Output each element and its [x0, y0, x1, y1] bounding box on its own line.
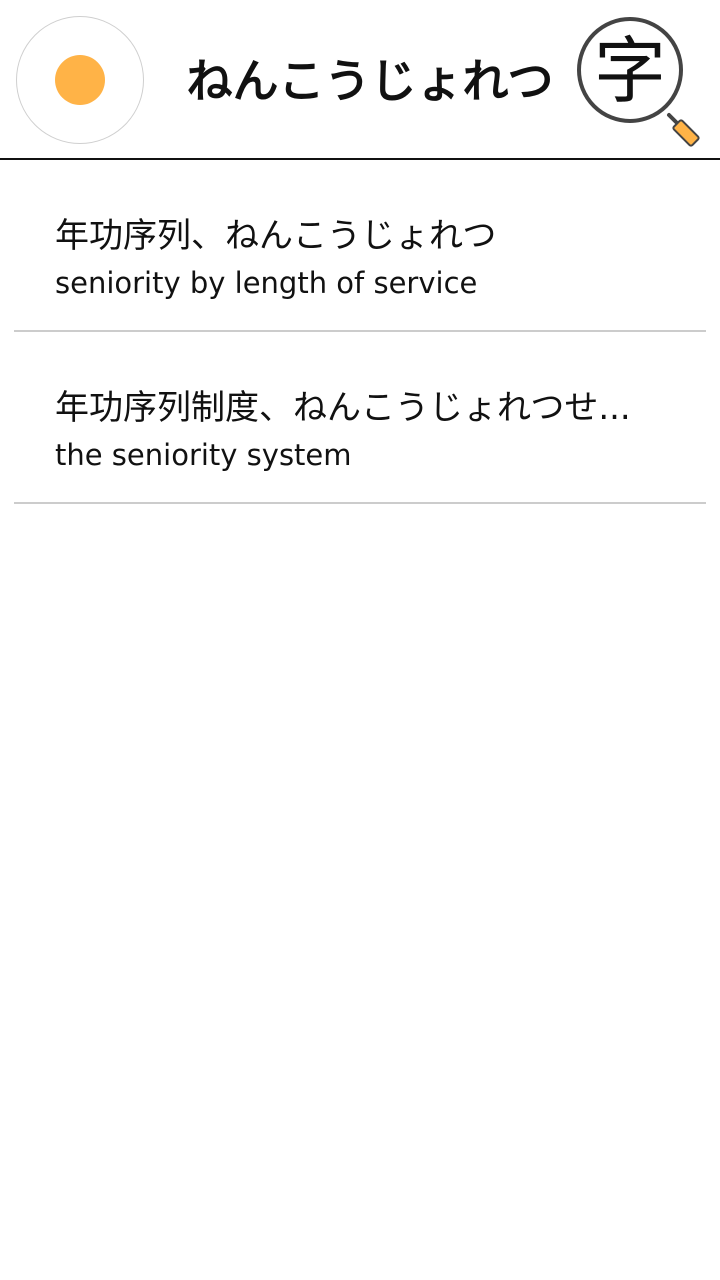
kanji-search-button[interactable]: 字	[574, 14, 708, 147]
divider	[14, 502, 706, 504]
result-english: seniority by length of service	[55, 266, 478, 300]
record-dot-icon	[55, 55, 105, 105]
list-item[interactable]: 年功序列制度、ねんこうじょれつせ... the seniority system	[0, 332, 720, 504]
result-japanese: 年功序列制度、ねんこうじょれつせ...	[55, 388, 631, 428]
header-bar: ねんこうじょれつ 字	[0, 0, 720, 160]
kanji-glyph: 字	[577, 17, 683, 123]
header-title: ねんこうじょれつ	[186, 54, 554, 108]
record-button[interactable]	[16, 16, 144, 144]
result-japanese: 年功序列、ねんこうじょれつ	[55, 216, 497, 256]
results-list: 年功序列、ねんこうじょれつ seniority by length of ser…	[0, 160, 720, 504]
magnifier-handle-icon	[667, 113, 700, 147]
app-screen: ねんこうじょれつ 字 年功序列、ねんこうじょれつ seniority by le…	[0, 0, 720, 1280]
list-item[interactable]: 年功序列、ねんこうじょれつ seniority by length of ser…	[0, 160, 720, 332]
result-english: the seniority system	[55, 438, 352, 472]
